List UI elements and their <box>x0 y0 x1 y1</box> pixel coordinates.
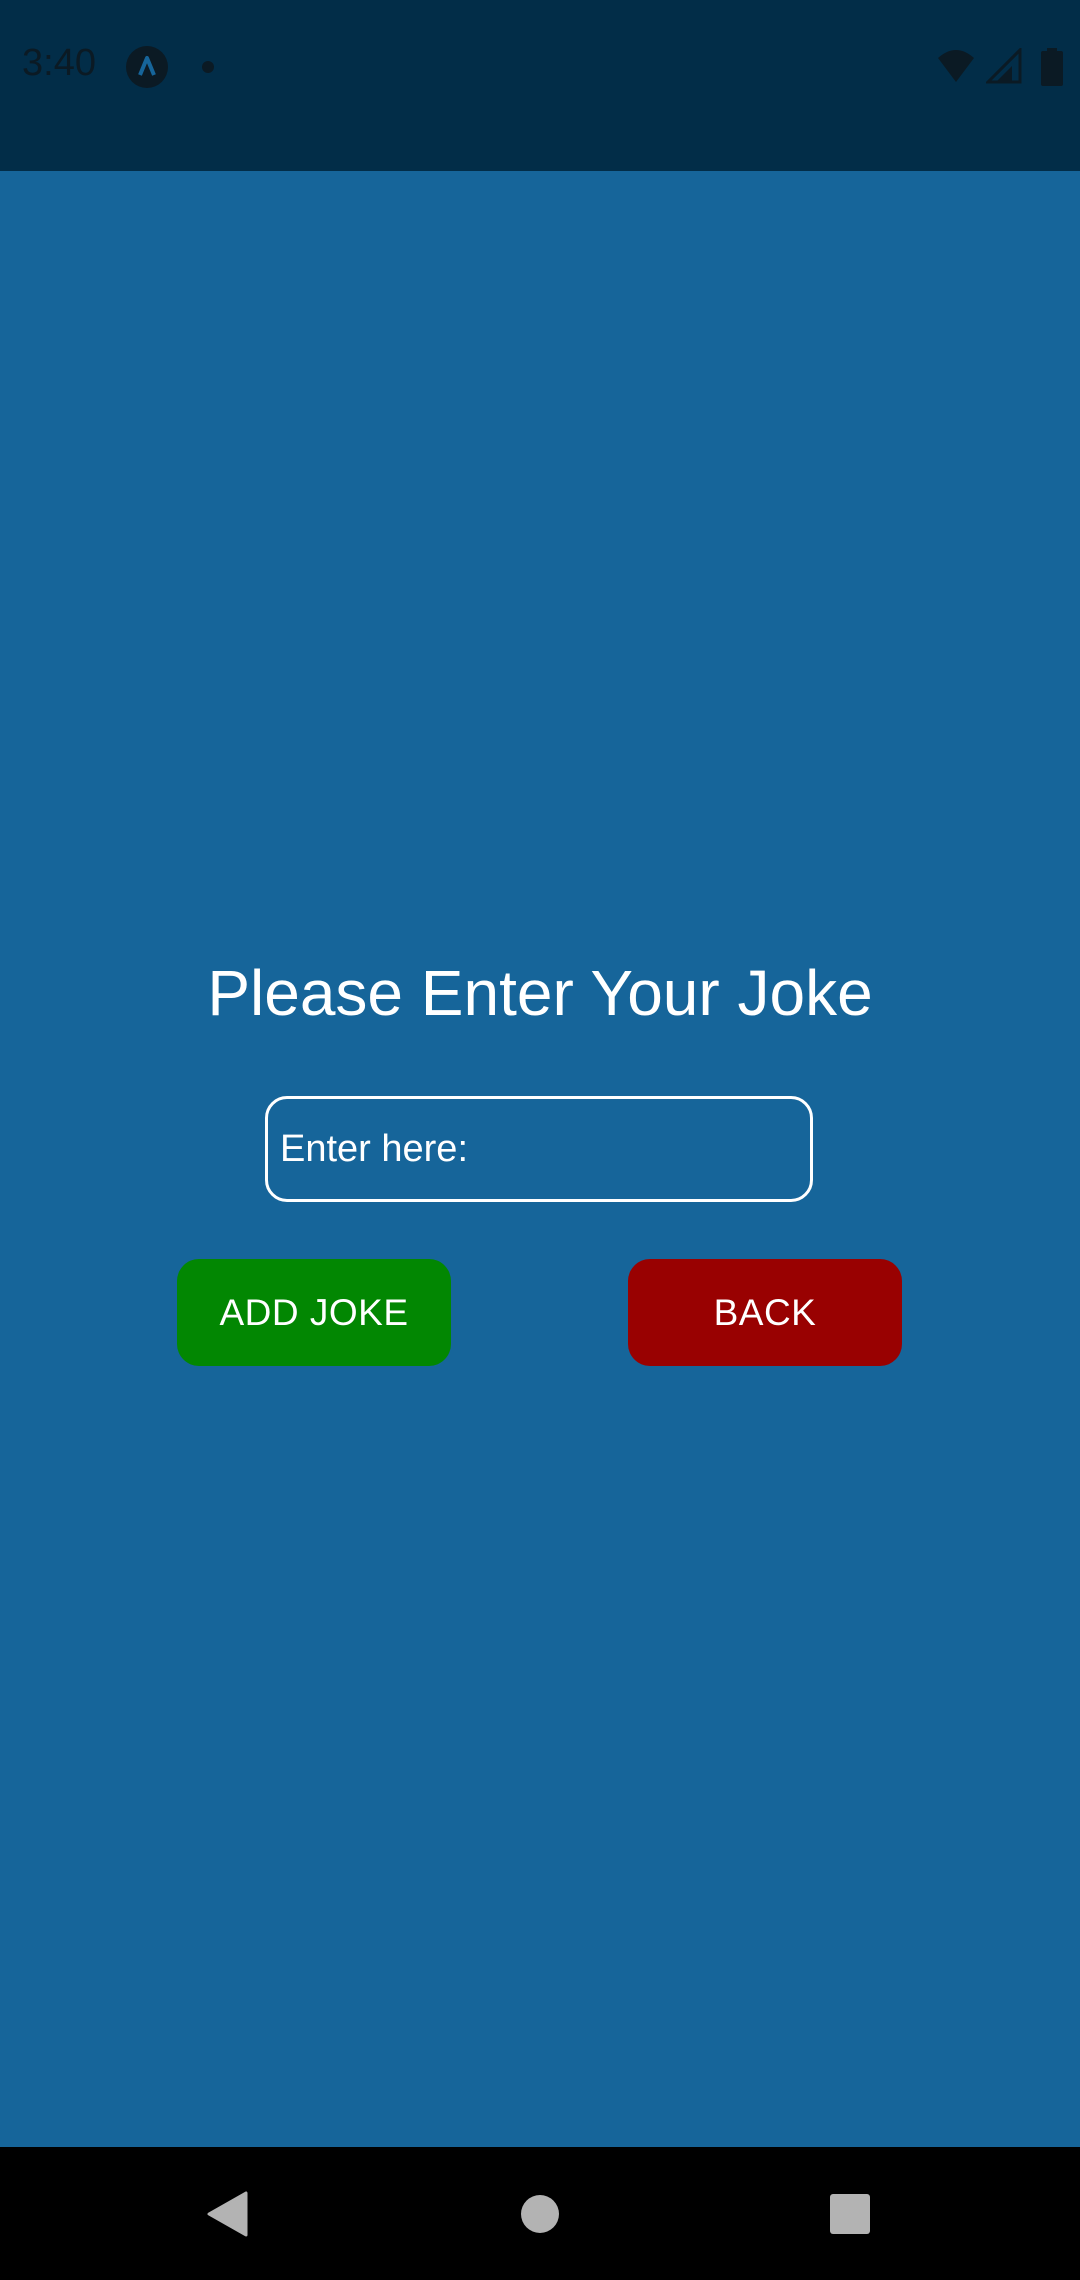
nav-back-button[interactable] <box>166 2147 286 2280</box>
battery-icon <box>1041 48 1063 86</box>
add-joke-button-label: ADD JOKE <box>219 1291 409 1333</box>
nav-home-button[interactable] <box>480 2147 600 2280</box>
back-button[interactable]: BACK <box>628 1259 902 1366</box>
status-time: 3:40 <box>22 42 96 84</box>
page-title: Please Enter Your Joke <box>207 957 873 1029</box>
recents-icon <box>830 2194 870 2234</box>
status-bar: 3:40 <box>0 0 1080 171</box>
screen: 3:40 Please Enter Your Joke ADD JOKE <box>0 0 1080 2280</box>
back-icon <box>207 2191 248 2237</box>
notification-dot-icon <box>202 61 214 73</box>
add-joke-button[interactable]: ADD JOKE <box>177 1259 451 1366</box>
signal-icon <box>986 48 1022 84</box>
nav-recents-button[interactable] <box>790 2147 910 2280</box>
back-button-label: BACK <box>713 1291 817 1333</box>
home-icon <box>521 2195 559 2233</box>
joke-input[interactable] <box>265 1096 813 1202</box>
navigation-bar <box>0 2147 1080 2280</box>
wifi-icon <box>938 50 974 82</box>
app-indicator-icon <box>126 46 168 88</box>
